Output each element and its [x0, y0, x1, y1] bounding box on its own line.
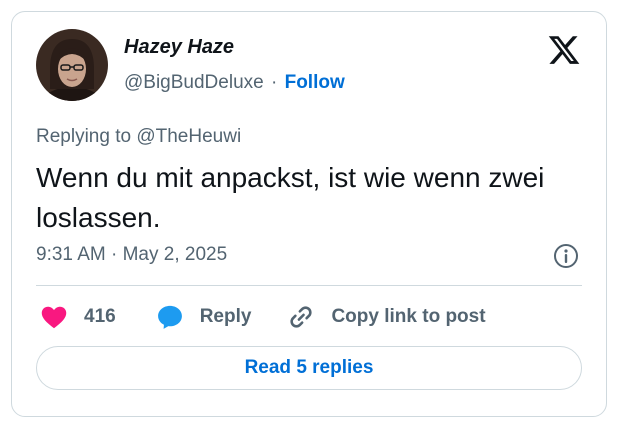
follow-button[interactable]: Follow — [285, 72, 345, 93]
author-display-name[interactable]: Hazey Haze — [124, 36, 234, 59]
x-logo-icon[interactable] — [547, 33, 581, 67]
read-replies-button[interactable]: Read 5 replies — [36, 346, 582, 390]
avatar[interactable] — [36, 29, 108, 101]
action-bar: 416 Reply Copy link to post — [40, 301, 486, 333]
separator-dot: · — [270, 72, 278, 93]
divider — [36, 285, 582, 286]
tweet-text: Wenn du mit anpackst, ist wie wenn zwei … — [36, 162, 545, 233]
speech-bubble-icon — [157, 305, 182, 329]
replying-to: Replying to @TheHeuwi — [36, 126, 242, 147]
copy-link-button[interactable]: Copy link to post — [287, 303, 486, 331]
info-icon[interactable] — [553, 243, 579, 269]
like-count: 416 — [84, 306, 116, 327]
reply-button[interactable]: Reply — [156, 303, 252, 331]
author-handle-row: @BigBudDeluxe · Follow — [124, 72, 345, 94]
heart-icon — [41, 306, 67, 329]
copy-link-label: Copy link to post — [331, 306, 486, 327]
link-icon — [290, 306, 313, 328]
tweet-timestamp[interactable]: 9:31 AM · May 2, 2025 — [36, 244, 227, 266]
like-button[interactable]: 416 — [40, 303, 116, 331]
author-handle[interactable]: @BigBudDeluxe — [124, 72, 264, 93]
tweet-card: Hazey Haze @BigBudDeluxe · Follow Replyi… — [11, 11, 607, 417]
reply-label: Reply — [199, 306, 252, 327]
